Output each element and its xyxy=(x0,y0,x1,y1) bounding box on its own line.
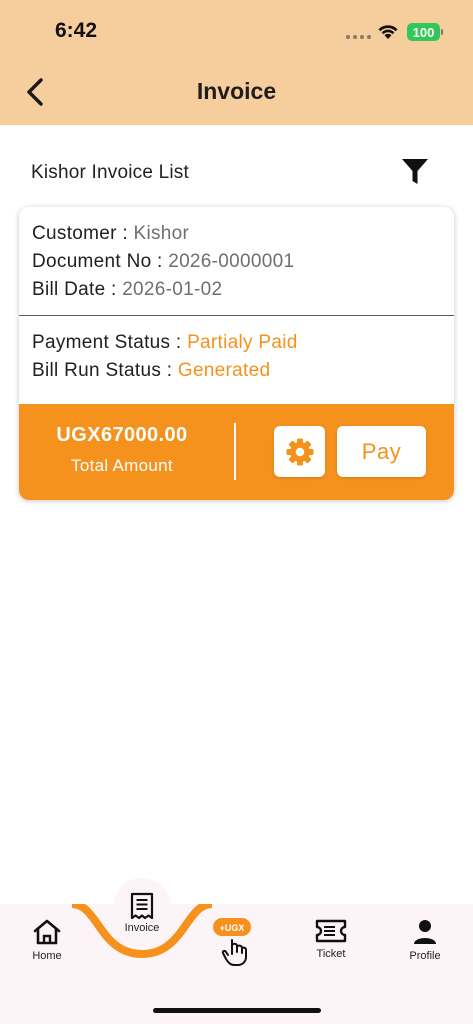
home-icon xyxy=(33,919,61,945)
nav-label-profile: Profile xyxy=(409,950,441,962)
settings-button[interactable] xyxy=(274,426,325,477)
bill-date-value: 2026-01-02 xyxy=(122,279,223,300)
gear-icon xyxy=(286,438,313,465)
payment-status-label: Payment Status : xyxy=(32,332,188,353)
pay-ugx-badge: +UGX xyxy=(220,923,245,933)
document-label: Document No : xyxy=(32,251,169,272)
nav-label-home: Home xyxy=(32,950,62,962)
card-footer: UGX67000.00 Total Amount Pay xyxy=(19,404,454,500)
pay-ugx-icon: +UGX xyxy=(213,918,251,966)
nav-item-profile[interactable]: Profile xyxy=(404,918,446,962)
bill-date-row: Bill Date : 2026-01-02 xyxy=(32,279,222,301)
invoice-card[interactable]: Customer : Kishor Document No : 2026-000… xyxy=(19,207,454,500)
document-row: Document No : 2026-0000001 xyxy=(32,251,294,273)
signal-dots-icon xyxy=(346,35,371,39)
total-amount-value: UGX67000.00 xyxy=(56,424,188,446)
customer-value: Kishor xyxy=(133,223,190,244)
total-amount-label: Total Amount xyxy=(71,456,173,475)
receipt-icon xyxy=(130,892,154,920)
nav-item-pay-ugx[interactable]: +UGX xyxy=(212,916,254,968)
bill-run-status-row: Bill Run Status : Generated xyxy=(32,360,270,382)
pay-button[interactable]: Pay xyxy=(337,426,426,477)
document-value: 2026-0000001 xyxy=(168,251,295,272)
customer-row: Customer : Kishor xyxy=(32,223,189,245)
page-title: Invoice xyxy=(196,78,277,104)
card-divider xyxy=(19,315,454,316)
battery-indicator: 100 xyxy=(407,23,440,41)
invoice-list-title: Kishor Invoice List xyxy=(31,162,189,183)
nav-item-home[interactable]: Home xyxy=(26,918,68,962)
bill-date-label: Bill Date : xyxy=(32,279,123,300)
nav-label-invoice: Invoice xyxy=(124,922,160,934)
bill-run-status-value: Generated xyxy=(177,360,271,381)
status-time: 6:42 xyxy=(55,19,98,42)
payment-status-value: Partialy Paid xyxy=(187,332,298,353)
filter-icon xyxy=(402,159,428,184)
bill-run-status-label: Bill Run Status : xyxy=(32,360,178,381)
nav-label-ticket: Ticket xyxy=(316,948,346,960)
footer-separator xyxy=(234,423,236,480)
filter-button[interactable] xyxy=(400,157,430,187)
home-indicator xyxy=(153,1008,321,1013)
customer-label: Customer : xyxy=(32,223,134,244)
payment-status-row: Payment Status : Partialy Paid xyxy=(32,332,298,354)
ticket-icon xyxy=(315,919,347,943)
wifi-icon xyxy=(378,25,398,39)
profile-icon xyxy=(414,920,436,944)
nav-item-invoice[interactable]: Invoice xyxy=(113,878,171,936)
nav-item-ticket[interactable]: Ticket xyxy=(310,918,352,960)
